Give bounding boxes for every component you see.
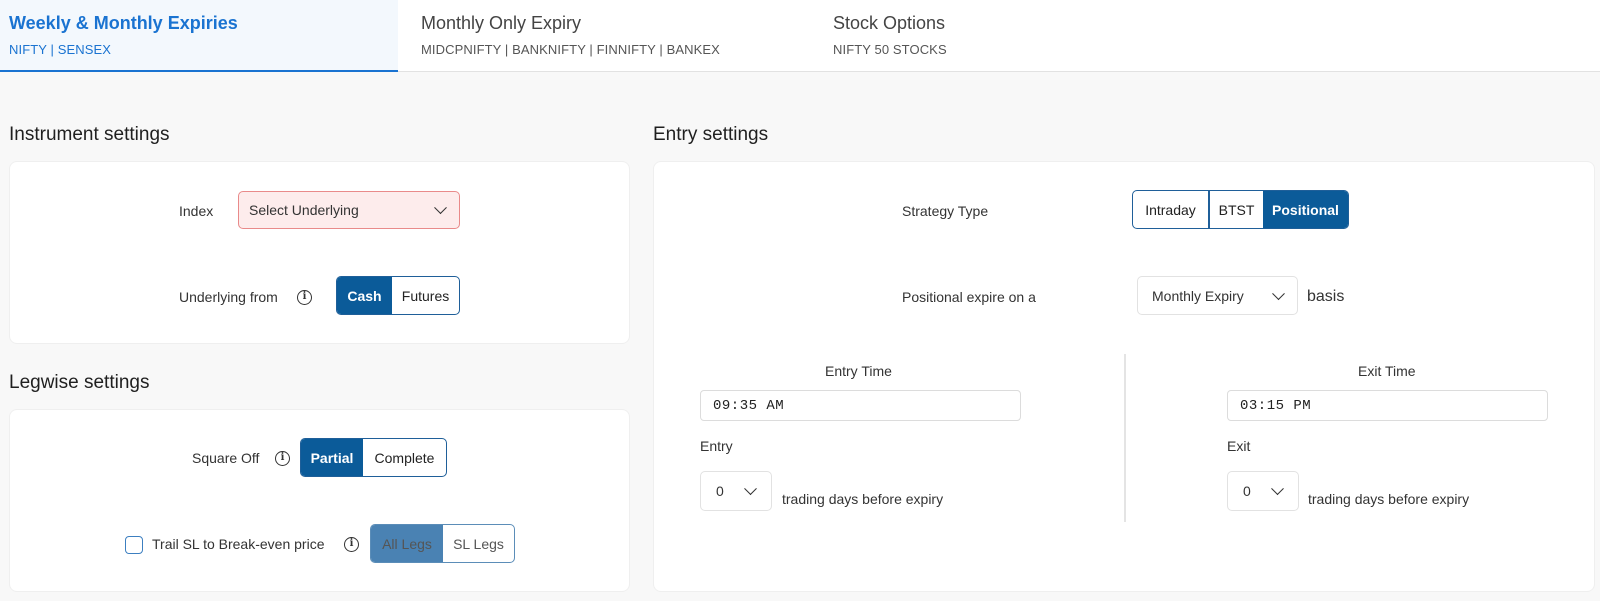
chevron-down-icon xyxy=(1272,286,1285,300)
entry-days-suffix: trading days before expiry xyxy=(782,491,944,507)
exit-days-label: Exit xyxy=(1227,438,1251,454)
tab-title: Stock Options xyxy=(833,13,946,33)
instrument-settings-card: Index Select Underlying Underlying from … xyxy=(9,161,630,344)
positional-expire-label: Positional expire on a xyxy=(902,289,1036,305)
exit-days-suffix: trading days before expiry xyxy=(1308,491,1470,507)
strategy-type-toggle: Intraday BTST Positional xyxy=(1132,190,1349,229)
trail-all-legs-option[interactable]: All Legs xyxy=(371,525,443,562)
entry-time-label: Entry Time xyxy=(825,363,892,379)
chevron-down-icon xyxy=(1271,482,1284,496)
exit-time-label: Exit Time xyxy=(1358,363,1416,379)
info-icon[interactable]: i xyxy=(275,451,290,466)
tab-monthly-only-expiry[interactable]: Monthly Only Expiry MIDCPNIFTY | BANKNIF… xyxy=(398,0,798,72)
tab-title: Monthly Only Expiry xyxy=(421,13,582,33)
entry-days-value: 0 xyxy=(716,483,724,499)
exit-days-value: 0 xyxy=(1243,483,1251,499)
strategy-btst-option[interactable]: BTST xyxy=(1208,191,1263,228)
underlying-from-label: Underlying from xyxy=(179,289,278,305)
underlying-futures-option[interactable]: Futures xyxy=(392,277,459,314)
basis-label: basis xyxy=(1307,288,1345,305)
instrument-settings-title: Instrument settings xyxy=(9,124,170,145)
legwise-settings-card: Square Off i Partial Complete Trail SL t… xyxy=(9,409,630,592)
expiry-tabs: Weekly & Monthly Expiries NIFTY | SENSEX… xyxy=(0,0,1600,72)
tab-stock-options[interactable]: Stock Options NIFTY 50 STOCKS xyxy=(798,0,1098,72)
exit-time-input[interactable]: 03:15 PM xyxy=(1227,390,1548,421)
square-off-label: Square Off xyxy=(192,450,260,466)
square-off-partial-option[interactable]: Partial xyxy=(301,439,363,476)
tab-subtitle: NIFTY 50 STOCKS xyxy=(833,42,947,57)
strategy-intraday-option[interactable]: Intraday xyxy=(1133,191,1208,228)
tab-subtitle: NIFTY | SENSEX xyxy=(9,42,112,57)
exit-days-select[interactable]: 0 xyxy=(1227,471,1299,511)
entry-settings-title: Entry settings xyxy=(653,124,769,145)
trail-sl-legs-toggle: All Legs SL Legs xyxy=(370,524,515,563)
trail-sl-legs-option[interactable]: SL Legs xyxy=(443,525,514,562)
index-select-value: Select Underlying xyxy=(249,202,359,218)
tab-subtitle: MIDCPNIFTY | BANKNIFTY | FINNIFTY | BANK… xyxy=(421,42,720,57)
entry-time-input[interactable]: 09:35 AM xyxy=(700,390,1021,421)
trail-sl-checkbox[interactable] xyxy=(125,536,143,554)
index-label: Index xyxy=(179,203,214,219)
index-select[interactable]: Select Underlying xyxy=(238,191,460,229)
positional-expiry-select[interactable]: Monthly Expiry xyxy=(1137,276,1298,315)
tab-title: Weekly & Monthly Expiries xyxy=(9,13,238,33)
underlying-from-toggle: Cash Futures xyxy=(336,276,460,315)
entry-settings-card: Strategy Type Intraday BTST Positional P… xyxy=(653,161,1595,592)
square-off-complete-option[interactable]: Complete xyxy=(363,439,446,476)
column-divider xyxy=(1124,354,1126,522)
chevron-down-icon xyxy=(744,482,757,496)
square-off-toggle: Partial Complete xyxy=(300,438,447,477)
entry-days-label: Entry xyxy=(700,438,733,454)
strategy-positional-option[interactable]: Positional xyxy=(1263,191,1348,228)
chevron-down-icon xyxy=(434,201,447,215)
info-icon[interactable]: i xyxy=(297,290,312,305)
positional-expiry-value: Monthly Expiry xyxy=(1152,287,1244,304)
legwise-settings-title: Legwise settings xyxy=(9,372,150,393)
strategy-type-label: Strategy Type xyxy=(902,203,989,219)
tab-weekly-monthly-expiries[interactable]: Weekly & Monthly Expiries NIFTY | SENSEX xyxy=(0,0,398,72)
underlying-cash-option[interactable]: Cash xyxy=(337,277,392,314)
trail-sl-label: Trail SL to Break-even price xyxy=(152,536,325,552)
entry-days-select[interactable]: 0 xyxy=(700,471,772,511)
info-icon[interactable]: i xyxy=(344,537,359,552)
